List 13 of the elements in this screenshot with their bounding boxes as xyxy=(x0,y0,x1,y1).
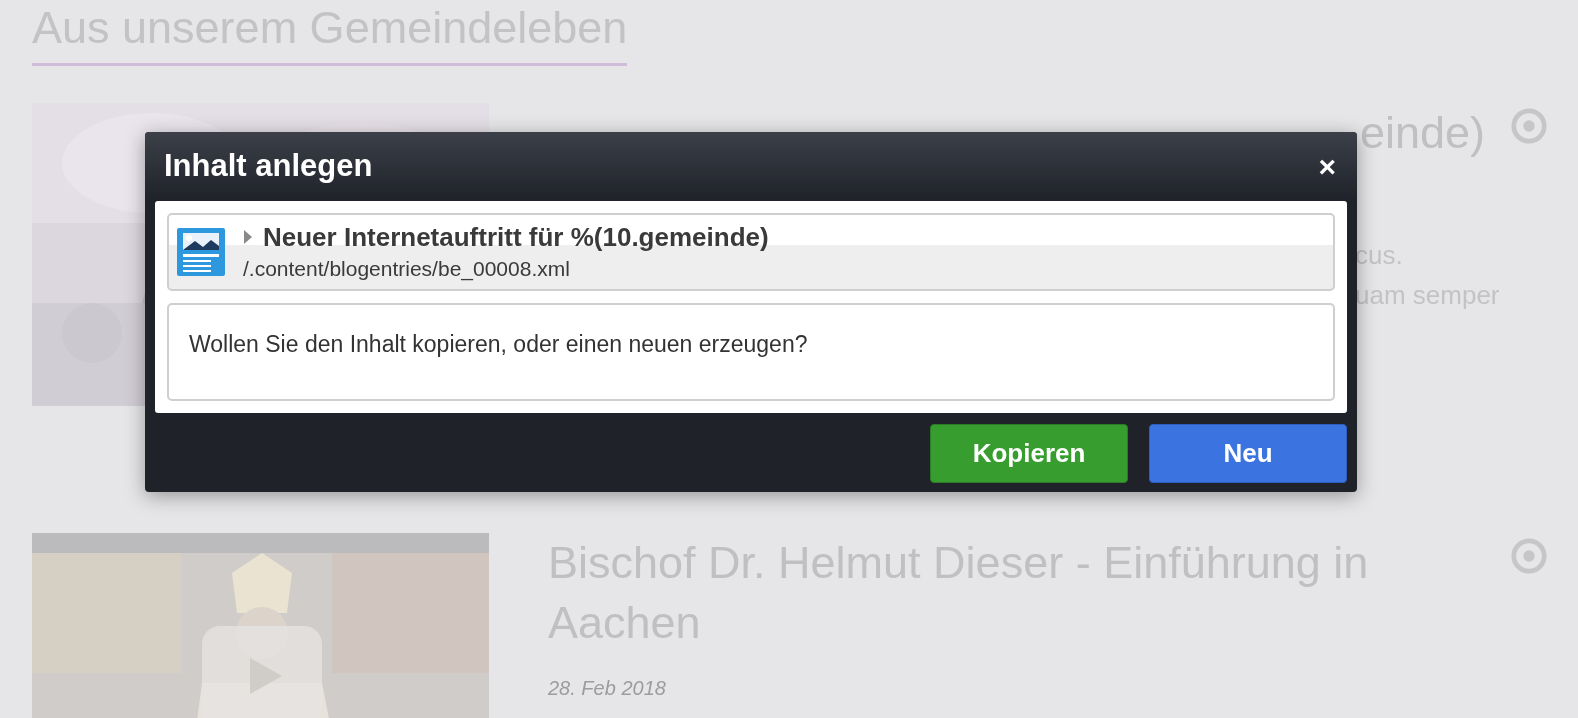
article-date: 28. Feb 2018 xyxy=(548,676,667,701)
document-icon xyxy=(177,228,225,276)
target-icon[interactable] xyxy=(1510,107,1548,145)
dialog-title: Inhalt anlegen xyxy=(164,147,373,186)
resource-title: Neuer Internetauftritt für %(10.gemeinde) xyxy=(263,221,769,254)
resource-path: /.content/blogentries/be_00008.xml xyxy=(243,256,571,283)
resource-item[interactable]: Neuer Internetauftritt für %(10.gemeinde) /.content/blogentries/be_00008.xml xyxy=(167,213,1335,291)
close-button[interactable]: × xyxy=(1316,151,1338,182)
message-text: Wollen Sie den Inhalt kopieren, oder einen neuen erzeugen? xyxy=(167,303,1335,401)
copy-button[interactable]: Kopieren xyxy=(930,424,1128,483)
new-button[interactable]: Neu xyxy=(1149,424,1347,483)
target-icon[interactable] xyxy=(1510,537,1548,575)
caret-right-icon[interactable] xyxy=(243,230,253,244)
